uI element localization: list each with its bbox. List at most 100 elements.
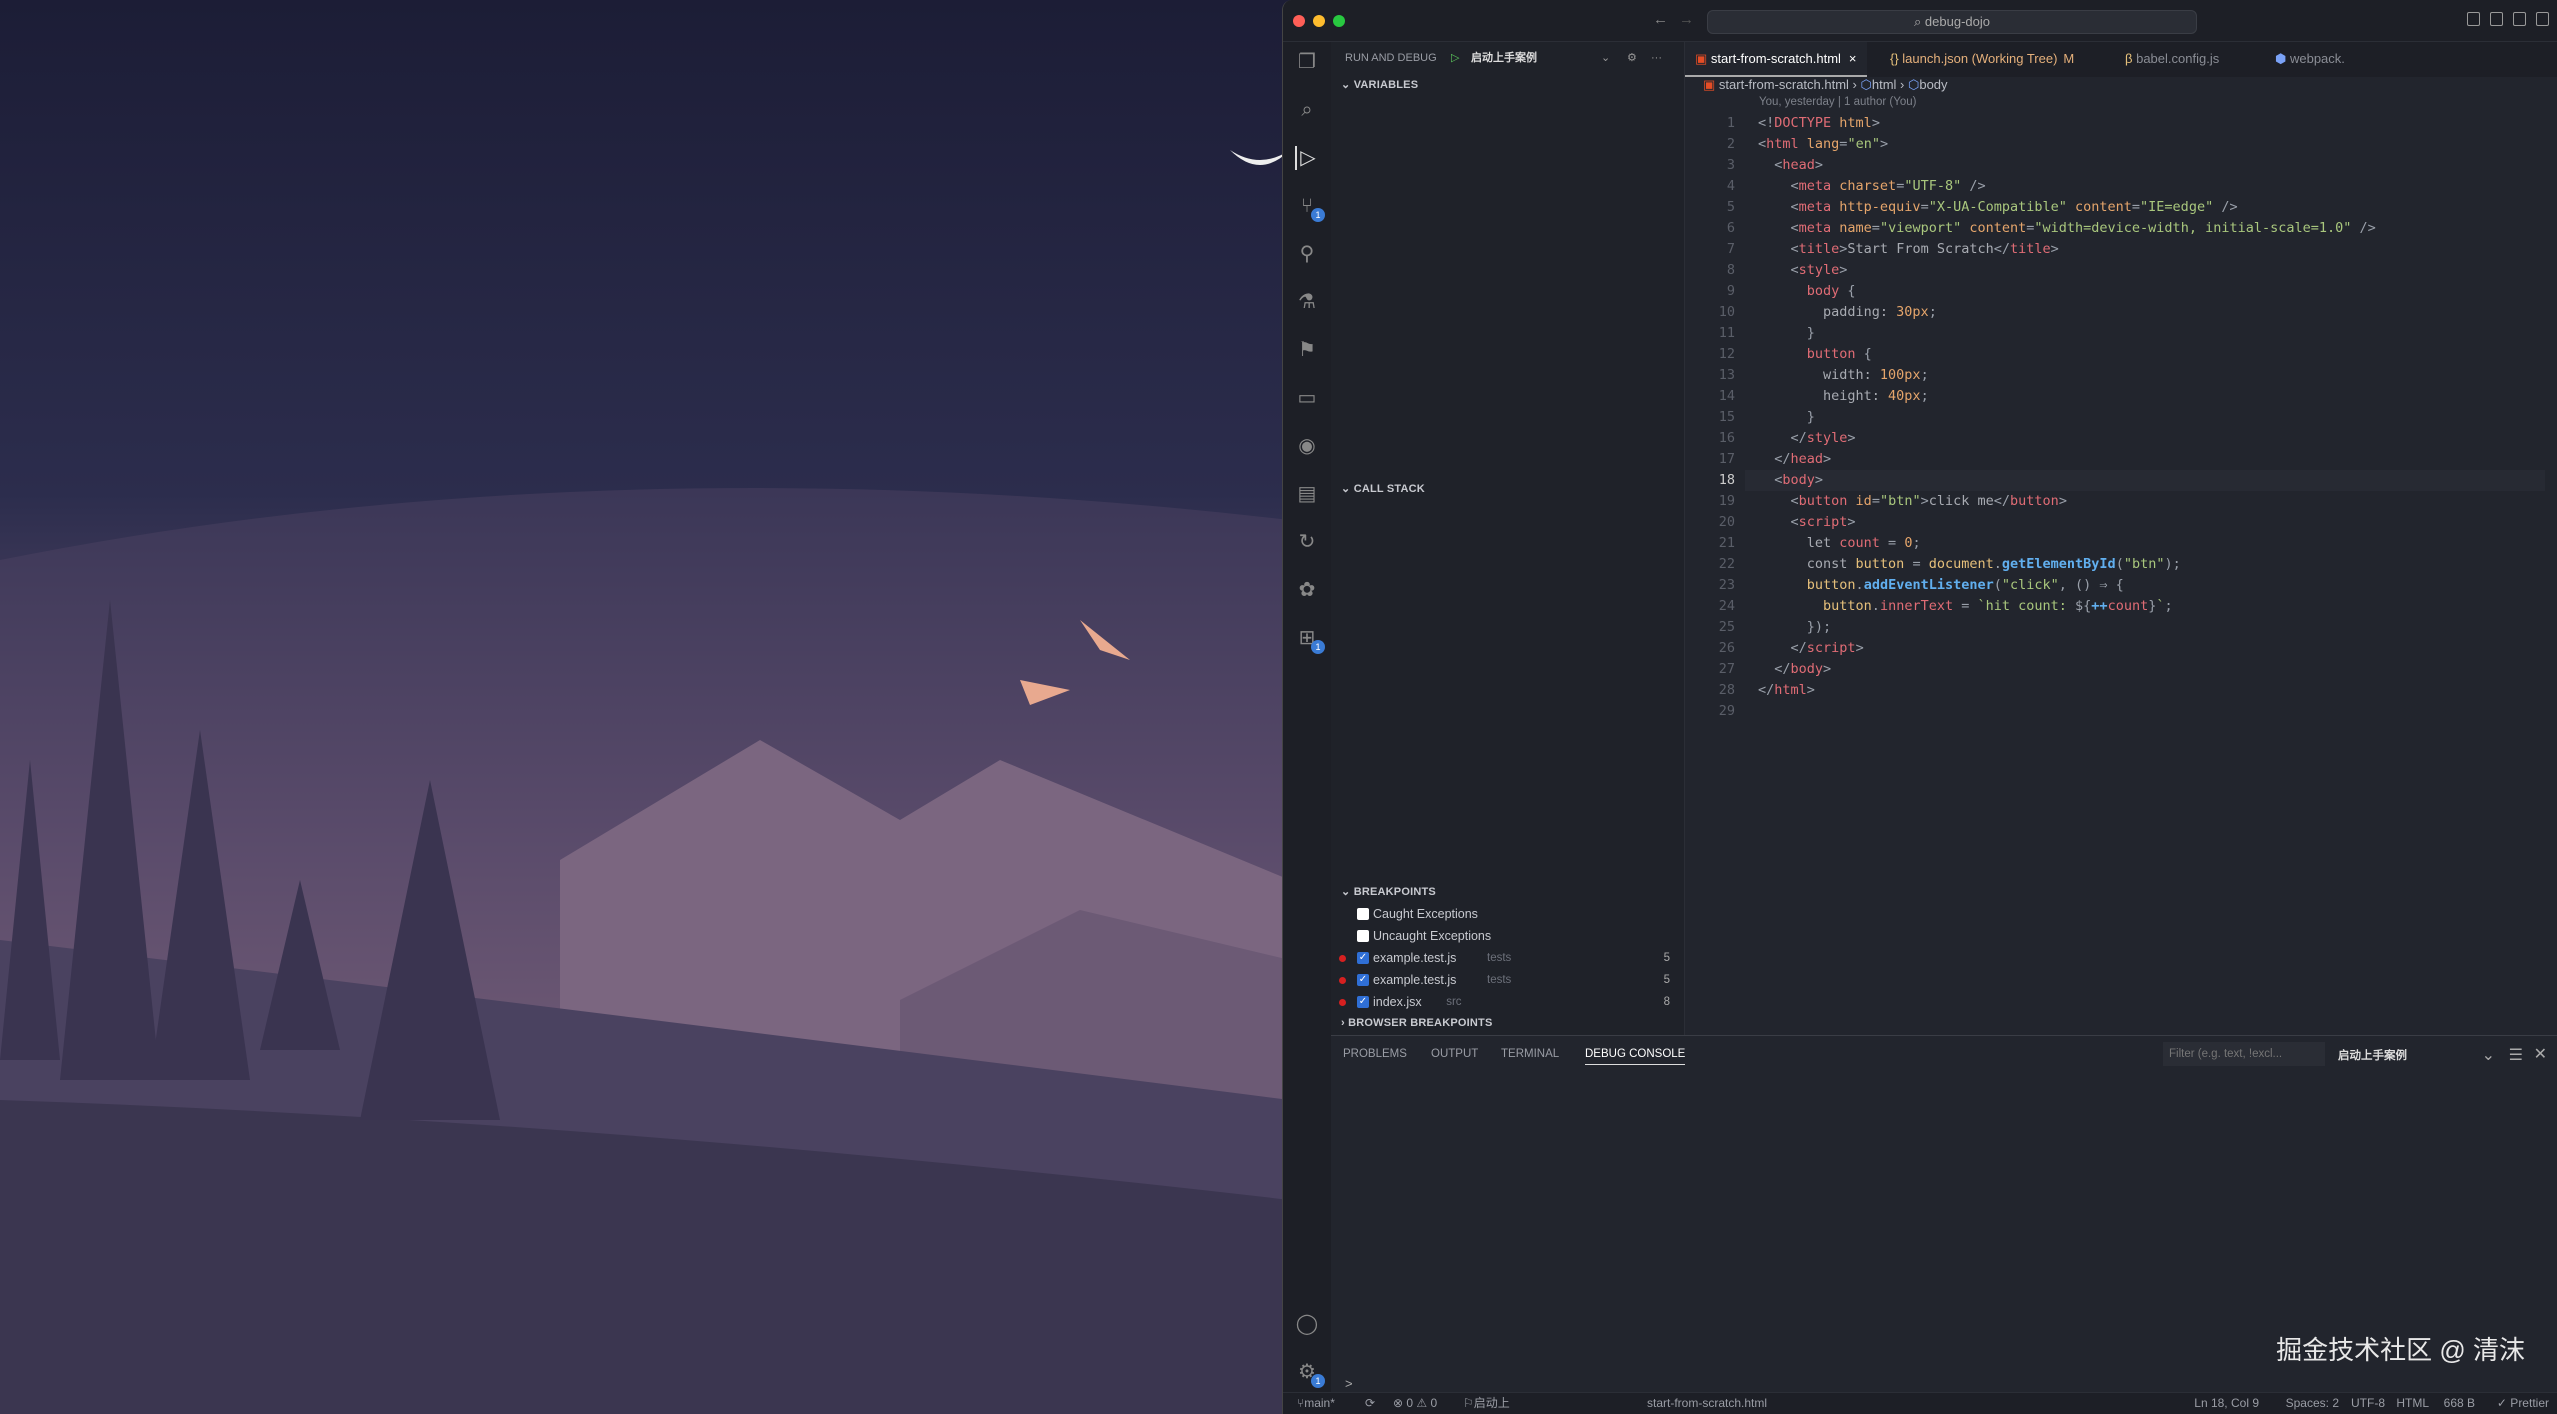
panel-tab-terminal[interactable]: TERMINAL xyxy=(1501,1048,1559,1060)
settings-gear-icon[interactable]: ⚙1 xyxy=(1295,1360,1319,1384)
breakpoint-checkbox[interactable] xyxy=(1357,908,1369,920)
breakpoint-item[interactable]: ✓example.test.jstests5 xyxy=(1331,969,1684,991)
back-arrow-icon[interactable]: ← xyxy=(1653,11,1668,28)
bookmarks-icon[interactable]: ⚑ xyxy=(1295,338,1319,362)
breakpoint-checkbox[interactable] xyxy=(1357,930,1369,942)
toggle-sidebar-icon[interactable] xyxy=(2467,12,2480,26)
code-line[interactable]: </body> xyxy=(1758,659,1831,680)
prettier-status[interactable]: ✓ Prettier xyxy=(2497,1393,2549,1414)
chevron-down-icon[interactable]: ⌄ xyxy=(2482,1045,2495,1065)
breakpoint-checkbox[interactable]: ✓ xyxy=(1357,996,1369,1008)
toggle-secondary-sidebar-icon[interactable] xyxy=(2513,12,2526,26)
problems-indicator[interactable]: ⊗ 0 ⚠ 0 xyxy=(1393,1393,1437,1414)
minimize-window-button[interactable] xyxy=(1313,15,1325,27)
explorer-icon[interactable]: ❐ xyxy=(1295,50,1319,74)
forward-arrow-icon[interactable]: → xyxy=(1679,11,1694,28)
language-mode[interactable]: HTML xyxy=(2396,1393,2429,1414)
code-line[interactable]: <button id="btn">click me</button> xyxy=(1758,491,2067,512)
code-line[interactable]: <!DOCTYPE html> xyxy=(1758,113,1880,134)
code-line[interactable]: <meta name="viewport" content="width=dev… xyxy=(1758,218,2376,239)
code-line[interactable]: <style> xyxy=(1758,260,1847,281)
search-icon[interactable]: ⌕ xyxy=(1295,98,1319,122)
close-tab-icon[interactable]: × xyxy=(1849,51,1857,66)
code-line[interactable]: </script> xyxy=(1758,638,1864,659)
run-icon[interactable]: ◉ xyxy=(1295,434,1319,458)
toggle-panel-icon[interactable] xyxy=(2490,12,2503,26)
git-blame-codelens[interactable]: You, yesterday | 1 author (You) xyxy=(1759,96,1917,108)
extensions-icon[interactable]: ⊞1 xyxy=(1295,626,1319,650)
debug-launch-indicator[interactable]: ⚐ 启动上手案例 (debug-dojo) xyxy=(1463,1393,1474,1414)
clear-console-icon[interactable]: ☰ xyxy=(2509,1045,2523,1065)
code-line[interactable]: }); xyxy=(1758,617,1831,638)
start-debugging-icon[interactable]: ▷ xyxy=(1451,42,1459,74)
breakpoint-item[interactable]: ✓index.jsxsrc8 xyxy=(1331,991,1684,1013)
code-line[interactable]: </html> xyxy=(1758,680,1815,701)
indentation[interactable]: Spaces: 2 xyxy=(2286,1393,2339,1414)
customize-layout-icon[interactable] xyxy=(2536,12,2549,26)
git-graph-icon[interactable]: ⚲ xyxy=(1295,242,1319,266)
code-line[interactable]: button.addEventListener("click", () ⇒ { xyxy=(1758,575,2124,596)
branch-indicator[interactable]: ⑂ main* xyxy=(1297,1393,1304,1414)
code-line[interactable]: <body> xyxy=(1758,470,1823,491)
code-line[interactable]: padding: 30px; xyxy=(1758,302,1937,323)
timeline-icon[interactable]: ↻ xyxy=(1295,530,1319,554)
breakpoint-item[interactable]: Caught Exceptions xyxy=(1331,903,1684,925)
code-line[interactable]: button.innerText = `hit count: ${++count… xyxy=(1758,596,2173,617)
remote-explorer-icon[interactable]: ▭ xyxy=(1295,386,1319,410)
call-stack-section-header[interactable]: ⌄ CALL STACK xyxy=(1341,482,1425,495)
zoom-window-button[interactable] xyxy=(1333,15,1345,27)
breakpoints-section-header[interactable]: ⌄ BREAKPOINTS xyxy=(1341,885,1436,898)
tab-babel-config-js[interactable]: β babel.config.js xyxy=(2115,42,2229,77)
launch-config-select[interactable]: 启动上手案例 xyxy=(1471,42,1537,74)
code-line[interactable]: } xyxy=(1758,407,1815,428)
code-line[interactable]: button { xyxy=(1758,344,1872,365)
code-line[interactable]: <meta http-equiv="X-UA-Compatible" conte… xyxy=(1758,197,2238,218)
tab-start-from-scratch-html[interactable]: ▣ start-from-scratch.html× xyxy=(1685,42,1867,77)
source-control-icon[interactable]: ⑂1 xyxy=(1295,194,1319,218)
run-debug-icon[interactable]: ▷ xyxy=(1295,146,1319,170)
browser-breakpoints-section-header[interactable]: › BROWSER BREAKPOINTS xyxy=(1341,1017,1493,1029)
tab-webpack-[interactable]: ⬢ webpack. xyxy=(2265,42,2355,77)
breadcrumb-file[interactable]: start-from-scratch.html xyxy=(1719,77,1849,92)
code-line[interactable]: } xyxy=(1758,323,1815,344)
breakpoint-checkbox[interactable]: ✓ xyxy=(1357,952,1369,964)
code-line[interactable]: width: 100px; xyxy=(1758,365,1929,386)
code-line[interactable]: let count = 0; xyxy=(1758,533,1921,554)
code-line[interactable]: const button = document.getElementById("… xyxy=(1758,554,2181,575)
chevron-down-icon[interactable]: ⌄ xyxy=(1601,42,1610,74)
code-line[interactable]: <script> xyxy=(1758,512,1856,533)
panel-tab-output[interactable]: OUTPUT xyxy=(1431,1048,1478,1060)
close-panel-icon[interactable]: ✕ xyxy=(2534,1044,2547,1064)
variables-section-header[interactable]: ⌄ VARIABLES xyxy=(1341,78,1418,91)
status-file[interactable]: start-from-scratch.html xyxy=(1647,1393,1767,1414)
command-center-search[interactable]: ⌕ debug-dojo xyxy=(1707,10,2197,34)
testing-icon[interactable]: ⚗ xyxy=(1295,290,1319,314)
code-line[interactable]: body { xyxy=(1758,281,1856,302)
breadcrumb-html[interactable]: html xyxy=(1872,77,1897,92)
breakpoint-item[interactable]: Uncaught Exceptions xyxy=(1331,925,1684,947)
code-line[interactable]: <head> xyxy=(1758,155,1823,176)
breakpoint-item[interactable]: ✓example.test.jstests5 xyxy=(1331,947,1684,969)
account-icon[interactable]: ◯ xyxy=(1295,1312,1319,1336)
panel-tab-debug-console[interactable]: DEBUG CONSOLE xyxy=(1585,1048,1685,1065)
debug-session-select[interactable]: 启动上手案例 xyxy=(2338,1047,2407,1063)
folder-icon[interactable]: ▤ xyxy=(1295,482,1319,506)
code-line[interactable]: <html lang="en"> xyxy=(1758,134,1888,155)
code-line[interactable]: <meta charset="UTF-8" /> xyxy=(1758,176,1986,197)
debug-console-input[interactable]: > xyxy=(1345,1376,1353,1391)
close-window-button[interactable] xyxy=(1293,15,1305,27)
tab-launch-json-working-tree-[interactable]: {} launch.json (Working Tree)M xyxy=(1880,42,2084,77)
sync-icon[interactable]: ⟳ xyxy=(1365,1393,1375,1414)
cursor-position[interactable]: Ln 18, Col 9 xyxy=(2194,1393,2259,1414)
gear-icon[interactable]: ⚙ xyxy=(1627,42,1637,74)
panel-tab-problems[interactable]: PROBLEMS xyxy=(1343,1048,1407,1060)
code-line[interactable]: height: 40px; xyxy=(1758,386,1929,407)
encoding[interactable]: UTF-8 xyxy=(2351,1393,2385,1414)
more-actions-icon[interactable]: ··· xyxy=(1651,42,1662,74)
code-line[interactable]: <title>Start From Scratch</title> xyxy=(1758,239,2059,260)
breadcrumb-body[interactable]: body xyxy=(1919,77,1947,92)
breakpoint-checkbox[interactable]: ✓ xyxy=(1357,974,1369,986)
ai-assistant-icon[interactable]: ✿ xyxy=(1295,578,1319,602)
code-line[interactable]: </style> xyxy=(1758,428,1856,449)
debug-console-filter-input[interactable] xyxy=(2163,1042,2325,1066)
